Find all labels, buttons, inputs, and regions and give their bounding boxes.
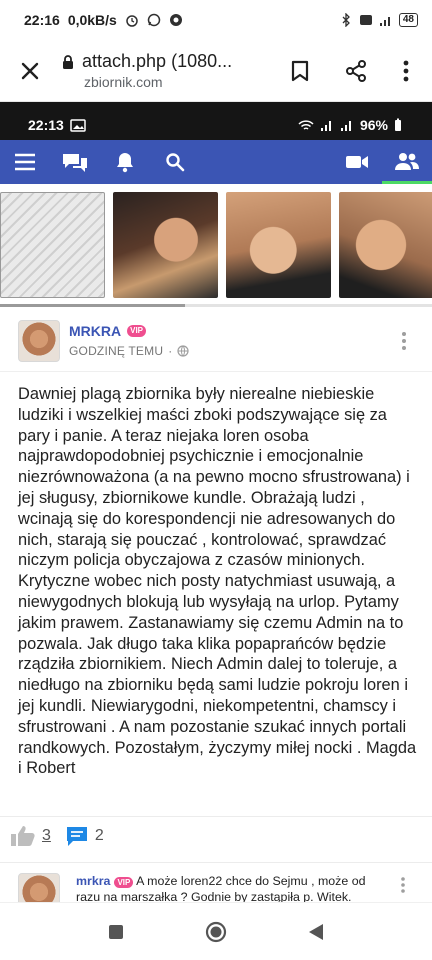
bell-icon — [117, 153, 133, 173]
close-tab-button[interactable] — [0, 40, 60, 102]
menu-icon — [15, 153, 35, 171]
back-triangle-icon — [309, 923, 323, 940]
signal-icon — [320, 120, 331, 131]
comment-item: mrkra VIP A może loren22 chce do Sejmu , … — [0, 862, 432, 902]
signal-icon — [379, 17, 390, 26]
video-button[interactable] — [332, 140, 382, 184]
comments-button[interactable]: 2 — [65, 825, 104, 847]
post-reactions: 3 2 — [0, 816, 432, 854]
wifi-icon — [298, 119, 314, 130]
globe-icon — [177, 345, 189, 357]
recents-button[interactable] — [96, 912, 136, 952]
share-button[interactable] — [328, 40, 384, 102]
embedded-battery: 96% — [359, 117, 388, 133]
video-camera-icon — [346, 156, 368, 168]
like-count[interactable]: 3 — [42, 827, 51, 845]
thumbnail-2[interactable] — [113, 192, 218, 298]
browser-toolbar: attach.php (1080... zbiornik.com — [0, 40, 432, 102]
search-icon — [166, 153, 185, 172]
chat-bubbles-icon — [63, 154, 87, 172]
whatsapp-icon — [147, 13, 161, 27]
signal-icon-2 — [340, 120, 351, 131]
embedded-time: 22:13 — [28, 117, 64, 133]
kebab-menu-icon — [401, 877, 405, 893]
gallery-icon — [70, 118, 86, 132]
bookmark-button[interactable] — [272, 40, 328, 102]
menu-button[interactable] — [0, 140, 50, 184]
back-button[interactable] — [296, 912, 336, 952]
status-time: 22:16 — [24, 12, 60, 28]
kebab-menu-icon — [403, 60, 409, 81]
search-button[interactable] — [150, 140, 200, 184]
comment-count: 2 — [94, 826, 104, 844]
kebab-menu-icon — [402, 331, 406, 350]
users-icon — [395, 152, 419, 170]
chat-button[interactable] — [50, 140, 100, 184]
home-button[interactable] — [196, 912, 236, 952]
time-separator: · — [168, 344, 173, 358]
author-avatar[interactable] — [18, 319, 60, 362]
network-speed: 0,0kB/s — [67, 12, 117, 28]
alarm-icon — [126, 15, 138, 27]
post-header: MRKRA VIP GODZINĘ TEMU · — [0, 310, 432, 372]
notifications-button[interactable] — [100, 140, 150, 184]
vip-badge: VIP — [127, 325, 147, 337]
chrome-icon — [169, 14, 182, 26]
bookmark-icon — [291, 60, 309, 81]
phone-status-bar: 22:16 0,0kB/s 48 — [0, 0, 432, 40]
users-button[interactable] — [382, 140, 432, 184]
home-circle-icon — [205, 921, 227, 942]
lock-icon — [63, 54, 73, 69]
thumbnail-3[interactable] — [226, 192, 331, 298]
page-title: attach.php (1080... — [82, 51, 233, 71]
thumbnail-scrollbar[interactable] — [0, 304, 432, 307]
like-button[interactable]: 3 — [10, 825, 51, 847]
battery-icon — [395, 118, 401, 131]
more-options-button[interactable] — [384, 40, 428, 102]
comment-author[interactable]: mrkra — [76, 874, 110, 888]
scrollbar-thumb[interactable] — [0, 304, 185, 307]
site-navbar — [0, 140, 432, 184]
battery-level: 48 — [398, 13, 418, 27]
comment-avatar[interactable] — [18, 873, 60, 902]
page-domain: zbiornik.com — [84, 74, 163, 90]
thumbnail-4[interactable] — [339, 192, 432, 298]
post-text: Dawniej plagą zbiornika były nierealne n… — [18, 385, 417, 778]
share-icon — [346, 59, 366, 82]
comment-vip-badge: VIP — [114, 877, 134, 888]
post-time: GODZINĘ TEMU — [69, 344, 164, 358]
comment-options-button[interactable] — [396, 873, 410, 897]
screenshot-border — [0, 102, 432, 110]
thumbs-up-icon — [11, 825, 35, 846]
author-name[interactable]: MRKRA — [69, 323, 121, 339]
embedded-status-bar: 22:13 96% — [0, 110, 432, 140]
post-options-button[interactable] — [394, 326, 414, 356]
thumbnail-1[interactable] — [0, 192, 105, 298]
url-box[interactable]: attach.php (1080... zbiornik.com — [60, 51, 272, 90]
square-icon — [109, 924, 123, 939]
android-nav-bar — [0, 902, 432, 960]
volte-icon — [359, 15, 372, 25]
photo-thumbnails — [0, 192, 432, 302]
comment-icon — [66, 826, 87, 846]
bluetooth-icon — [342, 13, 350, 27]
close-icon — [21, 62, 39, 79]
